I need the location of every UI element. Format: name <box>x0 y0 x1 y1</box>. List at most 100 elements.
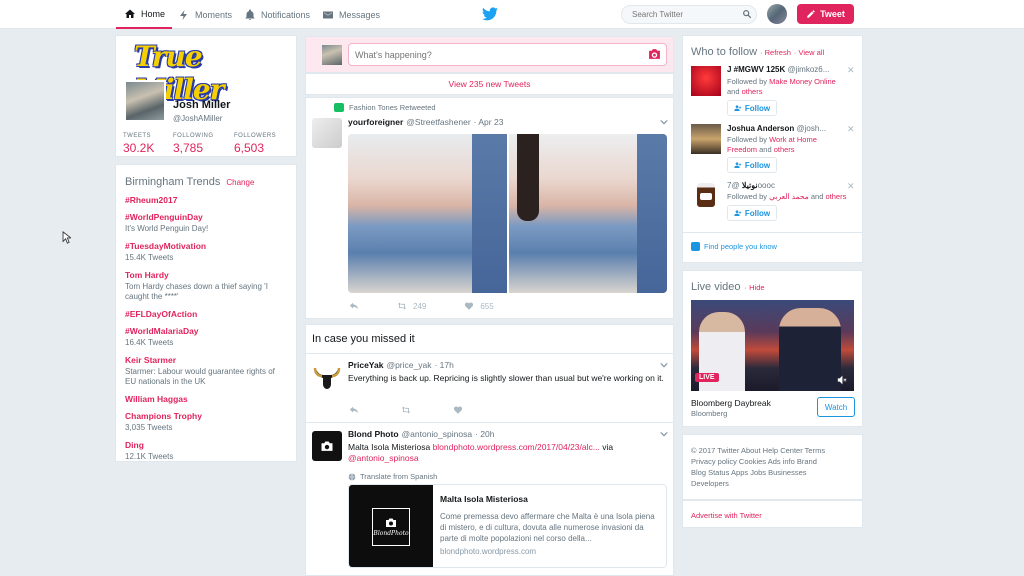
tweet-media[interactable] <box>348 134 667 293</box>
trend-subtitle: 15.4K Tweets <box>125 253 174 262</box>
compose-quill-icon <box>807 10 815 18</box>
live-show-name[interactable]: Bloomberg Daybreak <box>691 398 771 408</box>
chevron-down-icon[interactable] <box>660 362 668 368</box>
refresh-link[interactable]: · Refresh <box>760 48 791 57</box>
tweet-author-avatar[interactable] <box>312 431 342 461</box>
trend-name: #TuesdayMotivation <box>125 241 207 251</box>
chevron-down-icon[interactable] <box>660 431 668 437</box>
tweet-mention[interactable]: @antonio_spinosa <box>348 453 419 463</box>
dismiss-icon[interactable]: ✕ <box>847 181 855 192</box>
tweet-button[interactable]: Tweet <box>797 4 854 24</box>
dismiss-icon[interactable]: ✕ <box>847 65 855 76</box>
trend-item[interactable]: #WorldMalariaDay 16.4K Tweets <box>125 326 287 348</box>
suggested-name[interactable]: نوتيلا <box>742 181 758 190</box>
video-person-right <box>779 308 841 391</box>
others-link[interactable]: others <box>774 145 795 154</box>
suggested-avatar[interactable] <box>691 180 721 210</box>
reply-icon[interactable] <box>349 301 359 311</box>
others-link[interactable]: others <box>742 87 763 96</box>
trend-item[interactable]: Champions Trophy 3,035 Tweets <box>125 411 287 433</box>
trend-item[interactable]: Keir Starmer Starmer: Labour would guaran… <box>125 355 287 387</box>
tweet-photo[interactable] <box>508 134 667 293</box>
tweet-author-name[interactable]: Blond Photo <box>348 429 399 439</box>
footer-line[interactable]: Developers <box>691 478 854 489</box>
camera-logo-icon <box>321 441 333 451</box>
trend-item[interactable]: William Haggas <box>125 394 287 404</box>
tweet-author-name[interactable]: PriceYak <box>348 360 383 370</box>
tweet-time[interactable]: · 17h <box>434 360 453 370</box>
follow-button[interactable]: Follow <box>727 157 777 173</box>
nav-home[interactable]: Home <box>116 0 172 29</box>
live-video-title: Live video <box>691 281 741 293</box>
heart-icon[interactable] <box>453 405 463 415</box>
stat-value: 3,785 <box>173 141 204 155</box>
followed-by-link[interactable]: محمد العربي <box>769 192 809 201</box>
view-all-link[interactable]: · View all <box>794 48 824 57</box>
user-avatar[interactable] <box>767 4 787 24</box>
find-people-link[interactable]: Find people you know <box>691 242 777 251</box>
tweet-author-name[interactable]: yourforeigner <box>348 117 403 127</box>
trend-item[interactable]: Tom Hardy Tom Hardy chases down a thief s… <box>125 270 287 302</box>
watch-button[interactable]: Watch <box>817 397 855 417</box>
compose-input[interactable] <box>348 43 667 66</box>
footer-line[interactable]: Blog Status Apps Jobs Businesses <box>691 467 854 478</box>
nav-notifications[interactable]: Notifications <box>244 0 310 29</box>
live-video-player[interactable]: LIVE <box>691 300 854 391</box>
trend-item[interactable]: #WorldPenguinDay It's World Penguin Day! <box>125 212 287 234</box>
trend-item[interactable]: #EFLDayOfAction <box>125 309 287 319</box>
trend-item[interactable]: Ding 12.1K Tweets <box>125 440 287 462</box>
chevron-down-icon[interactable] <box>660 119 668 125</box>
twitter-bird-icon[interactable] <box>482 7 498 21</box>
tweet-author-handle[interactable]: @Streetfashener <box>406 117 470 127</box>
footer-line[interactable]: © 2017 Twitter About Help Center Terms <box>691 445 854 456</box>
retweet-context[interactable]: Fashion Tones Retweeted <box>349 103 436 112</box>
tweet-link[interactable]: blondphoto.wordpress.com/2017/04/23/alc.… <box>433 442 600 452</box>
footer-line[interactable]: Privacy policy Cookies Ads info Brand <box>691 456 854 467</box>
search-icon[interactable] <box>742 9 752 19</box>
retweet-action[interactable]: 249 <box>397 301 426 311</box>
like-action[interactable]: 655 <box>464 301 494 311</box>
tweet-author-handle[interactable]: @price_yak <box>386 360 431 370</box>
reply-icon[interactable] <box>349 405 359 415</box>
suggested-name[interactable]: J #MGWV 125K <box>727 65 785 74</box>
suggested-handle[interactable]: @josh... <box>797 124 826 133</box>
others-link[interactable]: others <box>825 192 846 201</box>
profile-name[interactable]: Josh Miller <box>173 99 230 111</box>
profile-avatar[interactable] <box>124 80 166 122</box>
tweet-time[interactable]: · 20h <box>475 429 494 439</box>
trend-item[interactable]: #TuesdayMotivation 15.4K Tweets <box>125 241 287 263</box>
retweet-icon[interactable] <box>401 405 411 415</box>
mute-icon[interactable] <box>837 375 847 385</box>
nav-moments[interactable]: Moments <box>178 0 232 29</box>
suggested-handle[interactable]: @jimkoz6... <box>787 65 829 74</box>
tweet-time[interactable]: · Apr 23 <box>474 117 504 127</box>
advertise-link[interactable]: Advertise with Twitter <box>691 511 762 520</box>
dismiss-icon[interactable]: ✕ <box>847 124 855 135</box>
hide-link[interactable]: · Hide <box>745 283 765 292</box>
tweet-author-handle[interactable]: @antonio_spinosa <box>402 429 473 439</box>
profile-handle[interactable]: @JoshAMiller <box>173 114 222 123</box>
stat-followers[interactable]: FOLLOWERS 6,503 <box>234 133 276 155</box>
tweet-author-avatar[interactable] <box>312 118 342 148</box>
tweet-photo[interactable] <box>348 134 507 293</box>
trend-item[interactable]: #Rheum2017 <box>125 195 287 205</box>
search-input[interactable] <box>621 5 757 24</box>
suggested-avatar[interactable] <box>691 124 721 154</box>
link-preview-card[interactable]: BlondPhoto Malta Isola Misteriosa Come p… <box>348 484 667 568</box>
followed-by-link[interactable]: Make Money Online <box>769 77 836 86</box>
translate-link[interactable]: Translate from Spanish <box>348 472 437 481</box>
like-count: 655 <box>480 301 494 311</box>
suggested-avatar[interactable] <box>691 66 721 96</box>
stat-tweets[interactable]: TWEETS 30.2K <box>123 133 154 155</box>
tweet-author-avatar[interactable] <box>312 363 342 393</box>
stat-following[interactable]: FOLLOWING 3,785 <box>173 133 214 155</box>
follow-button[interactable]: Follow <box>727 100 777 116</box>
camera-icon[interactable] <box>648 48 661 60</box>
live-channel-name[interactable]: Bloomberg <box>691 409 727 418</box>
suggested-name[interactable]: Joshua Anderson <box>727 124 794 133</box>
nav-messages[interactable]: Messages <box>322 0 380 29</box>
view-new-tweets-bar[interactable]: View 235 new Tweets <box>305 73 674 95</box>
trends-change-link[interactable]: Change <box>226 178 254 187</box>
nav-notifications-label: Notifications <box>261 9 311 20</box>
follow-button[interactable]: Follow <box>727 205 777 221</box>
